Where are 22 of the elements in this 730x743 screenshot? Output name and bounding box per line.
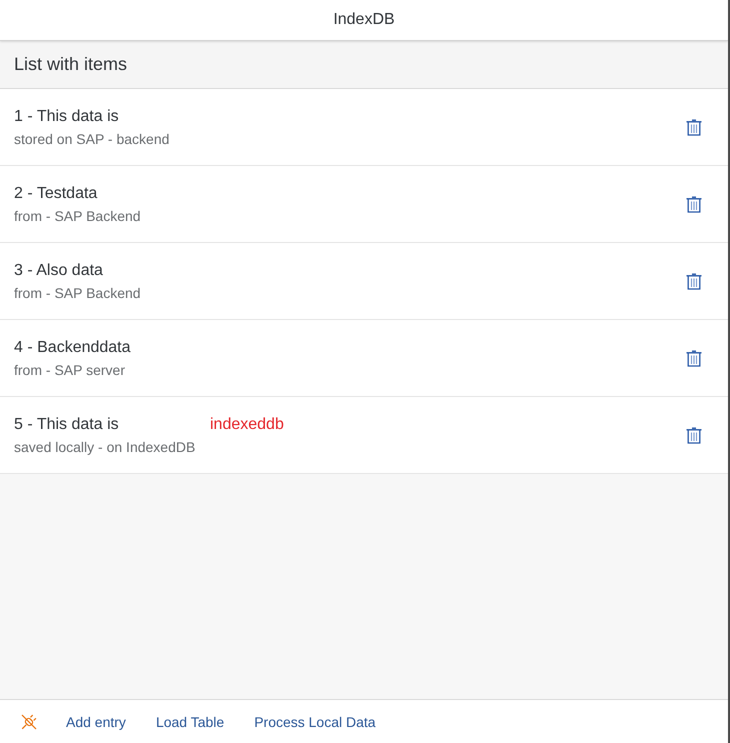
item-title: 3 - Also data <box>14 260 103 280</box>
item-title: 2 - Testdata <box>14 184 98 204</box>
trash-icon[interactable] <box>686 426 702 444</box>
plug-slash-icon[interactable] <box>21 714 37 730</box>
list-title: List with items <box>14 54 128 75</box>
item-description: from - SAP Backend <box>14 206 141 224</box>
trash-icon[interactable] <box>686 118 702 136</box>
item-description: from - SAP server <box>14 360 125 378</box>
page-title: IndexDB <box>333 11 395 29</box>
trash-icon[interactable] <box>686 350 702 366</box>
item-description: from - SAP Backend <box>14 284 141 302</box>
item-title: 4 - Backenddata <box>14 338 131 358</box>
item-title: 5 - This data is <box>14 414 119 434</box>
item-description: stored on SAP - backend <box>14 130 170 148</box>
item-title: 1 - This data is <box>14 106 119 126</box>
item-description: saved locally - on IndexedDB <box>14 438 196 456</box>
trash-icon[interactable] <box>686 196 702 212</box>
footer-button[interactable]: Process Local Data <box>246 706 384 736</box>
footer-button[interactable]: Add entry <box>58 706 134 736</box>
footer-button[interactable]: Load Table <box>148 706 232 736</box>
trash-icon[interactable] <box>686 272 702 290</box>
item-status: indexeddb <box>210 414 284 434</box>
